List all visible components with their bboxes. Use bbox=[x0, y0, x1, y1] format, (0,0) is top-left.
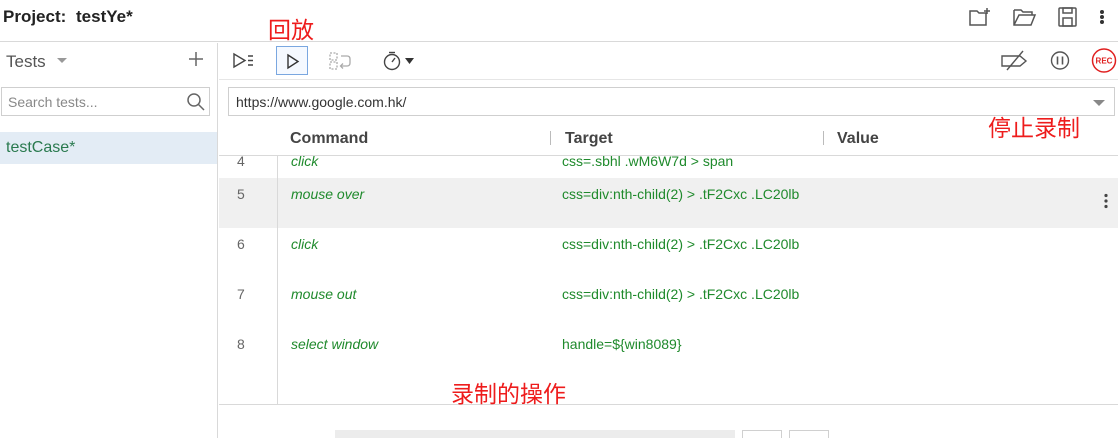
row-target: handle=${win8089} bbox=[562, 336, 682, 352]
new-folder-plus-icon[interactable] bbox=[968, 5, 994, 29]
command-toolbar: REC bbox=[219, 43, 1118, 80]
tests-sidebar: Tests testCase* bbox=[0, 43, 218, 438]
row-target: css=div:nth-child(2) > .tF2Cxc .LC20lb bbox=[562, 286, 800, 302]
run-all-tests-button[interactable] bbox=[228, 46, 260, 75]
step-over-icon bbox=[329, 52, 351, 70]
save-disk-icon[interactable] bbox=[1055, 5, 1081, 29]
command-editor-field[interactable] bbox=[335, 430, 735, 438]
command-list: 4 click css=.sbhl .wM6W7d > span 5 mouse… bbox=[219, 156, 1118, 404]
run-all-tests-icon bbox=[233, 52, 253, 69]
step-over-button[interactable] bbox=[325, 46, 357, 75]
row-command: mouse out bbox=[291, 286, 357, 302]
search-icon[interactable] bbox=[186, 92, 206, 112]
value-column-header: Value bbox=[837, 130, 879, 147]
test-item-label: testCase* bbox=[6, 139, 76, 156]
add-test-button[interactable] bbox=[186, 46, 206, 72]
speed-timer-icon bbox=[383, 51, 414, 71]
run-current-test-icon bbox=[287, 53, 300, 70]
annotation-playback: 回放 bbox=[268, 18, 314, 44]
row-number: 5 bbox=[237, 186, 245, 202]
row-number: 4 bbox=[237, 156, 245, 169]
row-target: css=div:nth-child(2) > .tF2Cxc .LC20lb bbox=[562, 236, 800, 252]
pause-icon bbox=[1050, 51, 1070, 70]
table-bottom-divider bbox=[219, 404, 1118, 405]
search-input[interactable] bbox=[8, 93, 178, 111]
base-url-value: https://www.google.com.hk/ bbox=[236, 94, 407, 110]
column-divider[interactable] bbox=[550, 131, 551, 145]
open-folder-icon[interactable] bbox=[1012, 5, 1038, 29]
row-command: mouse over bbox=[291, 186, 365, 202]
command-row[interactable]: 6 click css=div:nth-child(2) > .tF2Cxc .… bbox=[219, 228, 1118, 278]
disable-breakpoints-button[interactable] bbox=[999, 46, 1031, 75]
search-box bbox=[1, 87, 210, 116]
disable-breakpoints-icon bbox=[1001, 50, 1028, 71]
row-target: css=.sbhl .wM6W7d > span bbox=[562, 156, 734, 169]
chevron-down-icon[interactable] bbox=[57, 58, 67, 63]
row-command: select window bbox=[291, 336, 379, 352]
row-command: click bbox=[291, 236, 319, 252]
command-row[interactable]: 4 click css=.sbhl .wM6W7d > span bbox=[219, 156, 1118, 178]
more-vertical-icon[interactable] bbox=[1092, 5, 1112, 29]
find-target-button[interactable] bbox=[789, 430, 829, 438]
chevron-down-icon[interactable] bbox=[1093, 100, 1105, 106]
select-target-button[interactable] bbox=[742, 430, 782, 438]
target-column-header: Target bbox=[565, 130, 613, 147]
column-divider[interactable] bbox=[823, 131, 824, 145]
test-item-testcase[interactable]: testCase* bbox=[0, 132, 217, 164]
row-number: 8 bbox=[237, 336, 245, 352]
run-current-test-button[interactable] bbox=[276, 46, 308, 75]
command-row[interactable]: 8 select window handle=${win8089} bbox=[219, 328, 1118, 378]
record-icon: REC bbox=[1091, 48, 1117, 73]
app-header: Project: testYe* bbox=[0, 0, 1118, 42]
line-number-gutter bbox=[277, 156, 278, 404]
command-column-header: Command bbox=[290, 130, 369, 147]
plus-icon bbox=[189, 52, 203, 66]
row-more-vertical-icon[interactable] bbox=[1103, 192, 1109, 210]
project-label: Project: bbox=[3, 7, 67, 26]
row-number: 6 bbox=[237, 236, 245, 252]
record-label: REC bbox=[1096, 57, 1113, 66]
tests-dropdown-label[interactable]: Tests bbox=[6, 52, 46, 72]
base-url-combobox[interactable]: https://www.google.com.hk/ bbox=[228, 87, 1115, 116]
row-target: css=div:nth-child(2) > .tF2Cxc .LC20lb bbox=[562, 186, 800, 202]
command-row[interactable]: 7 mouse out css=div:nth-child(2) > .tF2C… bbox=[219, 278, 1118, 328]
command-row[interactable]: 5 mouse over css=div:nth-child(2) > .tF2… bbox=[219, 178, 1118, 228]
annotation-stop-recording: 停止录制 bbox=[988, 116, 1080, 142]
project-name[interactable]: testYe* bbox=[76, 7, 133, 27]
annotation-recorded-actions: 录制的操作 bbox=[451, 382, 566, 408]
speed-timer-dropdown[interactable] bbox=[379, 46, 421, 75]
row-number: 7 bbox=[237, 286, 245, 302]
stop-recording-button[interactable]: REC bbox=[1088, 46, 1118, 75]
pause-on-exceptions-button[interactable] bbox=[1044, 46, 1076, 75]
row-command: click bbox=[291, 156, 319, 169]
